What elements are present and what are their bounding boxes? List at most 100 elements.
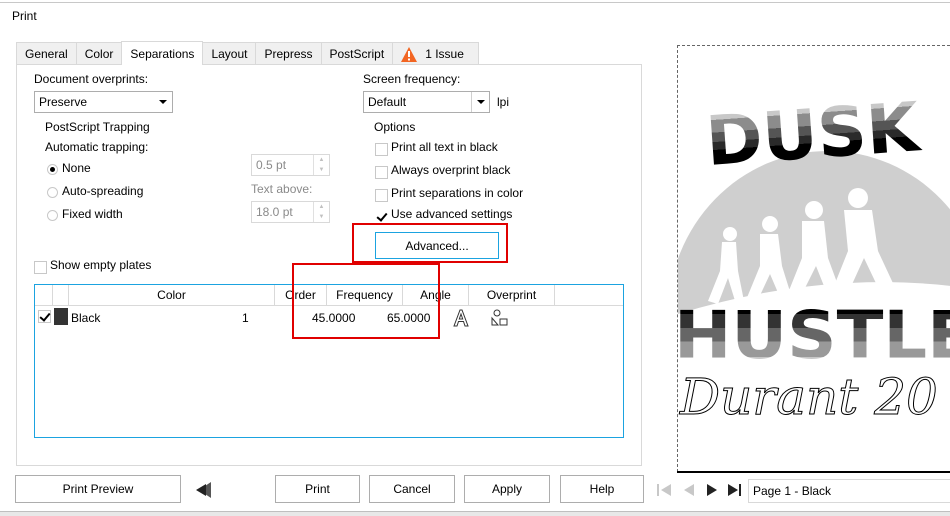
warning-icon	[401, 46, 418, 62]
separations-table: Color Order Frequency Angle Overprint Bl…	[34, 284, 624, 438]
tab-bar: General Color Separations Layout Prepres…	[16, 41, 479, 65]
column-header-overprint[interactable]: Overprint	[469, 285, 555, 306]
print-separations-color-checkbox[interactable]	[375, 189, 388, 202]
trapping-fixed-width-label[interactable]: Fixed width	[62, 207, 123, 221]
use-advanced-settings-label[interactable]: Use advanced settings	[391, 207, 512, 221]
use-advanced-settings-checkbox[interactable]	[375, 210, 388, 223]
spinner-value: 18.0 pt	[256, 205, 293, 219]
tab-label: Layout	[211, 47, 248, 61]
apply-button[interactable]: Apply	[464, 475, 550, 503]
button-label: Advanced...	[405, 238, 469, 253]
tab-prepress[interactable]: Prepress	[255, 42, 322, 65]
tab-color[interactable]: Color	[75, 42, 123, 65]
column-header-order[interactable]: Order	[275, 285, 327, 306]
tab-postscript[interactable]: PostScript	[320, 42, 394, 65]
double-chevron-left-icon[interactable]	[195, 481, 213, 499]
dialog-title: Print	[12, 9, 37, 23]
trap-width-spinner: 0.5 pt ▲ ▼	[251, 154, 330, 176]
button-label: Cancel	[393, 482, 431, 496]
preview-artwork: DUSK HUSTLE Durant 20	[678, 88, 950, 472]
chevron-down-icon	[154, 92, 172, 112]
print-all-text-black-checkbox[interactable]	[375, 143, 388, 156]
tab-label: Prepress	[264, 47, 313, 61]
screen-frequency-label: Screen frequency:	[363, 72, 461, 86]
always-overprint-black-checkbox[interactable]	[375, 166, 388, 179]
advanced-button[interactable]: Advanced...	[375, 232, 499, 259]
overprint-text-icon[interactable]	[453, 309, 469, 327]
color-swatch	[54, 308, 68, 325]
page-indicator: Page 1 - Black	[748, 479, 950, 503]
spinner-buttons: ▲ ▼	[313, 202, 329, 222]
column-header-check	[35, 285, 53, 306]
cell-color: Black	[71, 311, 101, 325]
cell-angle[interactable]: 65.0000	[387, 309, 430, 327]
print-preview-pane: DUSK HUSTLE Durant 20	[677, 45, 950, 472]
trapping-none-radio[interactable]	[47, 164, 58, 175]
artwork-title-text: DUSK	[703, 88, 924, 182]
show-empty-plates-label[interactable]: Show empty plates	[50, 258, 151, 272]
background-app-strip-bottom	[0, 511, 950, 516]
plate-enable-checkbox[interactable]	[38, 310, 51, 323]
document-overprints-label: Document overprints:	[34, 72, 149, 86]
always-overprint-black-label[interactable]: Always overprint black	[391, 163, 510, 177]
cancel-button[interactable]: Cancel	[369, 475, 455, 503]
print-all-text-black-label[interactable]: Print all text in black	[391, 140, 498, 154]
show-empty-plates-checkbox[interactable]	[34, 261, 47, 274]
print-dialog: Print General Color Separations Layout P…	[0, 3, 950, 511]
automatic-trapping-label: Automatic trapping:	[45, 140, 149, 154]
tab-separations[interactable]: Separations	[121, 41, 204, 65]
last-page-icon[interactable]	[726, 481, 744, 499]
preview-page-edge	[677, 471, 950, 473]
tab-label: General	[25, 47, 68, 61]
trapping-none-label[interactable]: None	[62, 161, 91, 175]
spin-up-icon: ▲	[318, 157, 325, 163]
previous-page-icon[interactable]	[680, 481, 698, 499]
tab-general[interactable]: General	[16, 42, 77, 65]
column-header-empty	[555, 285, 623, 306]
tab-label: Separations	[130, 46, 195, 61]
select-value: Default	[368, 95, 407, 109]
artwork-subtitle-text: HUSTLE	[678, 297, 950, 374]
next-page-icon[interactable]	[703, 481, 721, 499]
tab-issues[interactable]: 1 Issue	[392, 42, 479, 65]
tab-label: Color	[84, 47, 114, 61]
options-label: Options	[374, 120, 416, 134]
cell-frequency[interactable]: 45.0000	[312, 309, 355, 327]
spin-down-icon: ▼	[318, 167, 325, 173]
chevron-down-icon	[471, 92, 489, 112]
overprint-graphics-icon[interactable]	[491, 309, 509, 327]
select-value: Preserve	[39, 95, 88, 109]
trapping-auto-spreading-label[interactable]: Auto-spreading	[62, 184, 143, 198]
spinner-value: 0.5 pt	[256, 158, 287, 172]
artwork-script-text: Durant 20	[679, 368, 938, 426]
text-above-spinner: 18.0 pt ▲ ▼	[251, 201, 330, 223]
spin-up-icon: ▲	[318, 204, 325, 210]
cell-order: 1	[242, 311, 249, 325]
button-label: Help	[589, 482, 615, 496]
column-header-swatch	[53, 285, 69, 306]
column-header-frequency[interactable]: Frequency	[327, 285, 403, 306]
print-preview-button[interactable]: Print Preview	[15, 475, 181, 503]
tab-label: PostScript	[329, 47, 385, 61]
page-indicator-text: Page 1 - Black	[753, 484, 832, 498]
print-separations-color-label[interactable]: Print separations in color	[391, 186, 523, 200]
document-overprints-select[interactable]: Preserve	[34, 91, 173, 113]
print-button[interactable]: Print	[275, 475, 360, 503]
help-button[interactable]: Help	[560, 475, 644, 503]
button-label: Print	[305, 482, 330, 496]
postscript-trapping-label: PostScript Trapping	[45, 120, 150, 134]
tab-layout[interactable]: Layout	[202, 42, 257, 65]
spin-down-icon: ▼	[318, 214, 325, 220]
lpi-label: lpi	[497, 95, 510, 109]
radio-label: None	[62, 161, 91, 175]
button-label: Print Preview	[62, 482, 134, 496]
spinner-buttons: ▲ ▼	[313, 155, 329, 175]
screen-frequency-select[interactable]: Default	[363, 91, 490, 113]
first-page-icon[interactable]	[655, 481, 673, 499]
text-above-label: Text above:	[251, 182, 313, 196]
column-header-color[interactable]: Color	[69, 285, 275, 306]
trapping-fixed-width-radio[interactable]	[47, 210, 58, 221]
trapping-auto-spreading-radio[interactable]	[47, 187, 58, 198]
button-label: Apply	[491, 482, 523, 496]
column-header-angle[interactable]: Angle	[403, 285, 469, 306]
